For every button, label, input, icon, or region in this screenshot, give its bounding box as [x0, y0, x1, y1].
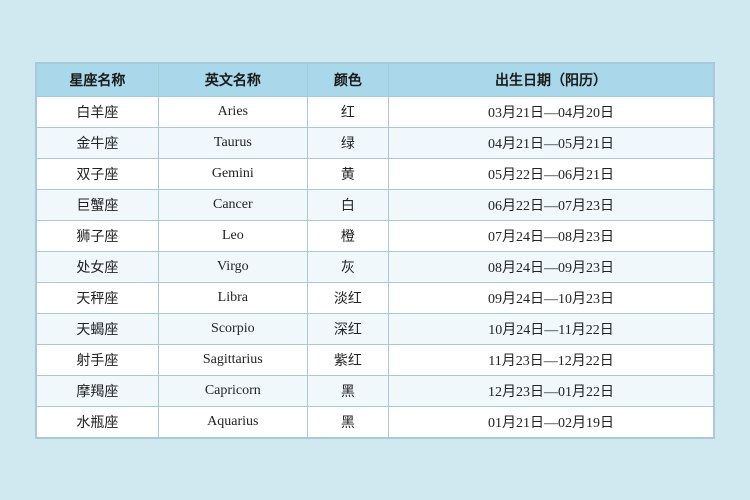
cell-en: Leo	[158, 220, 307, 251]
cell-en: Virgo	[158, 251, 307, 282]
cell-zh: 处女座	[37, 251, 159, 282]
cell-en: Capricorn	[158, 375, 307, 406]
table-row: 射手座Sagittarius紫红11月23日—12月22日	[37, 344, 714, 375]
table-row: 天蝎座Scorpio深红10月24日—11月22日	[37, 313, 714, 344]
table-row: 金牛座Taurus绿04月21日—05月21日	[37, 127, 714, 158]
cell-date: 08月24日—09月23日	[389, 251, 714, 282]
header-date: 出生日期（阳历）	[389, 63, 714, 96]
cell-color: 黄	[307, 158, 388, 189]
cell-date: 06月22日—07月23日	[389, 189, 714, 220]
cell-date: 05月22日—06月21日	[389, 158, 714, 189]
table-row: 天秤座Libra淡红09月24日—10月23日	[37, 282, 714, 313]
cell-color: 红	[307, 96, 388, 127]
zodiac-table-wrapper: 星座名称 英文名称 颜色 出生日期（阳历） 白羊座Aries红03月21日—04…	[35, 62, 715, 439]
table-row: 双子座Gemini黄05月22日—06月21日	[37, 158, 714, 189]
cell-en: Cancer	[158, 189, 307, 220]
cell-zh: 摩羯座	[37, 375, 159, 406]
cell-color: 绿	[307, 127, 388, 158]
cell-date: 04月21日—05月21日	[389, 127, 714, 158]
cell-en: Scorpio	[158, 313, 307, 344]
cell-en: Gemini	[158, 158, 307, 189]
cell-zh: 天秤座	[37, 282, 159, 313]
table-body: 白羊座Aries红03月21日—04月20日金牛座Taurus绿04月21日—0…	[37, 96, 714, 437]
header-color: 颜色	[307, 63, 388, 96]
cell-date: 01月21日—02月19日	[389, 406, 714, 437]
cell-date: 11月23日—12月22日	[389, 344, 714, 375]
cell-zh: 水瓶座	[37, 406, 159, 437]
cell-zh: 天蝎座	[37, 313, 159, 344]
cell-en: Libra	[158, 282, 307, 313]
table-row: 狮子座Leo橙07月24日—08月23日	[37, 220, 714, 251]
cell-color: 紫红	[307, 344, 388, 375]
cell-color: 深红	[307, 313, 388, 344]
cell-color: 灰	[307, 251, 388, 282]
cell-color: 白	[307, 189, 388, 220]
cell-date: 03月21日—04月20日	[389, 96, 714, 127]
cell-zh: 双子座	[37, 158, 159, 189]
cell-zh: 狮子座	[37, 220, 159, 251]
header-en: 英文名称	[158, 63, 307, 96]
table-header-row: 星座名称 英文名称 颜色 出生日期（阳历）	[37, 63, 714, 96]
cell-zh: 巨蟹座	[37, 189, 159, 220]
cell-zh: 白羊座	[37, 96, 159, 127]
header-zh: 星座名称	[37, 63, 159, 96]
cell-color: 黑	[307, 375, 388, 406]
cell-en: Sagittarius	[158, 344, 307, 375]
cell-date: 10月24日—11月22日	[389, 313, 714, 344]
cell-en: Aquarius	[158, 406, 307, 437]
table-row: 摩羯座Capricorn黑12月23日—01月22日	[37, 375, 714, 406]
table-row: 水瓶座Aquarius黑01月21日—02月19日	[37, 406, 714, 437]
table-row: 处女座Virgo灰08月24日—09月23日	[37, 251, 714, 282]
cell-en: Taurus	[158, 127, 307, 158]
cell-zh: 金牛座	[37, 127, 159, 158]
cell-date: 07月24日—08月23日	[389, 220, 714, 251]
cell-color: 橙	[307, 220, 388, 251]
zodiac-table: 星座名称 英文名称 颜色 出生日期（阳历） 白羊座Aries红03月21日—04…	[36, 63, 714, 438]
cell-date: 09月24日—10月23日	[389, 282, 714, 313]
cell-zh: 射手座	[37, 344, 159, 375]
table-row: 白羊座Aries红03月21日—04月20日	[37, 96, 714, 127]
cell-en: Aries	[158, 96, 307, 127]
cell-date: 12月23日—01月22日	[389, 375, 714, 406]
cell-color: 黑	[307, 406, 388, 437]
table-row: 巨蟹座Cancer白06月22日—07月23日	[37, 189, 714, 220]
cell-color: 淡红	[307, 282, 388, 313]
